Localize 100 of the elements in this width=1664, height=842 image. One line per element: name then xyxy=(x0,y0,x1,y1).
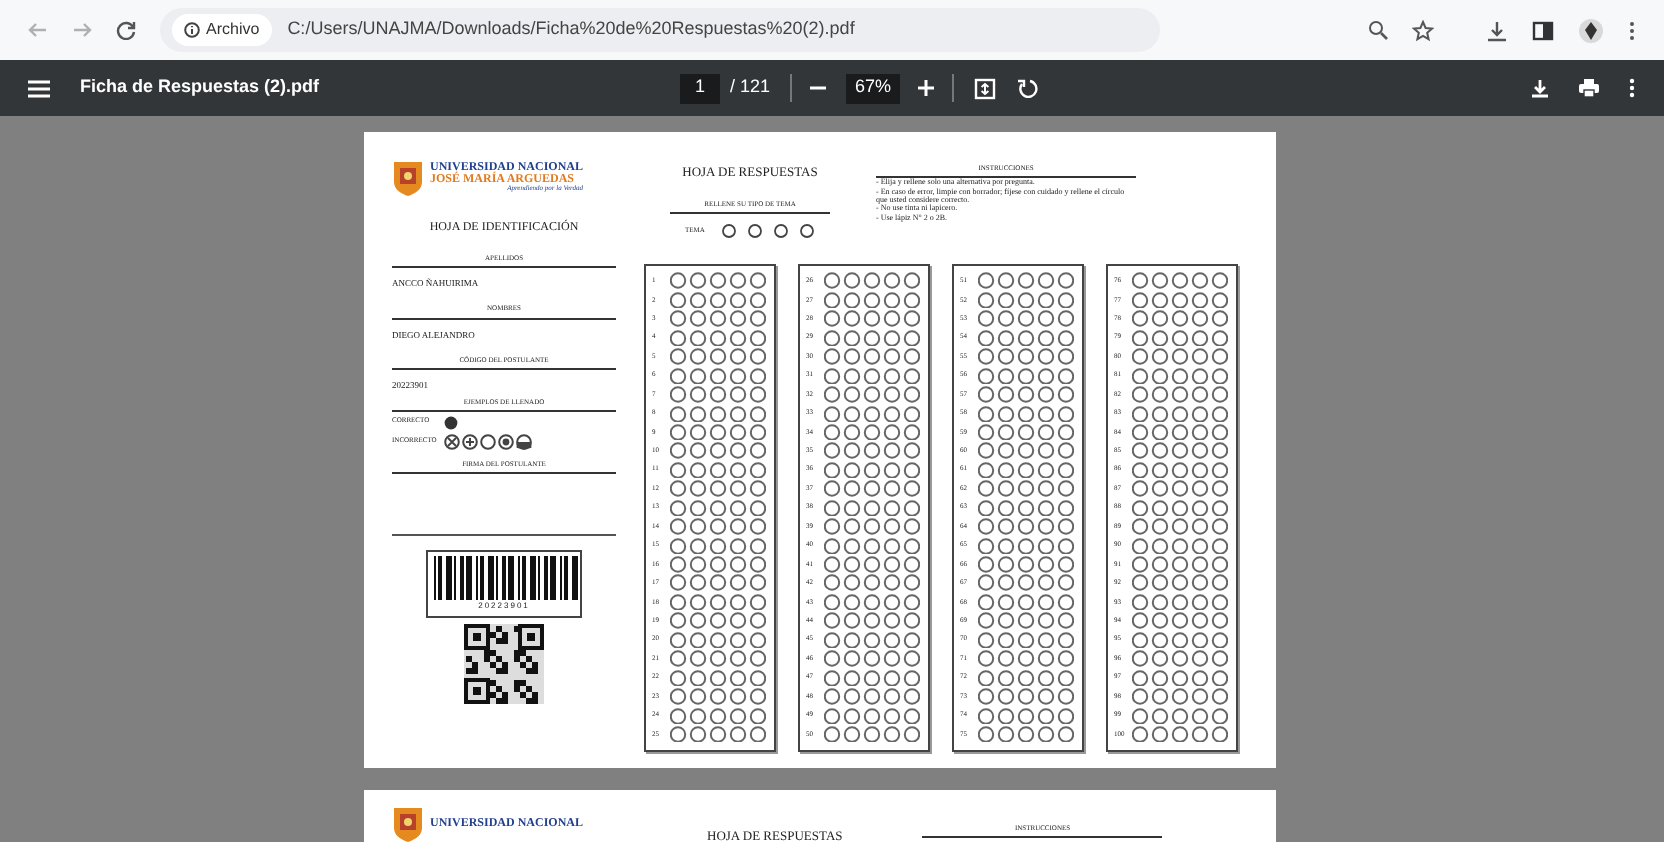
answer-bubbles-icon[interactable] xyxy=(978,348,1074,366)
answer-bubbles-icon[interactable] xyxy=(824,612,920,630)
answer-bubbles-icon[interactable] xyxy=(670,423,766,441)
answer-bubbles-icon[interactable] xyxy=(978,367,1074,385)
answer-bubbles-icon[interactable] xyxy=(1132,518,1228,536)
answer-bubbles-icon[interactable] xyxy=(670,461,766,479)
answer-bubbles-icon[interactable] xyxy=(824,537,920,555)
profile-avatar-icon[interactable] xyxy=(1578,17,1604,43)
answer-bubbles-icon[interactable] xyxy=(670,574,766,592)
answer-bubbles-icon[interactable] xyxy=(1132,310,1228,328)
answer-bubbles-icon[interactable] xyxy=(824,574,920,592)
menu-icon[interactable] xyxy=(1628,19,1636,41)
answer-bubbles-icon[interactable] xyxy=(824,650,920,668)
download-icon[interactable] xyxy=(1486,19,1508,41)
answer-bubbles-icon[interactable] xyxy=(1132,725,1228,743)
answer-bubbles-icon[interactable] xyxy=(1132,291,1228,309)
answer-bubbles-icon[interactable] xyxy=(824,461,920,479)
answer-bubbles-icon[interactable] xyxy=(670,612,766,630)
answer-bubbles-icon[interactable] xyxy=(824,405,920,423)
answer-bubbles-icon[interactable] xyxy=(1132,367,1228,385)
page-number-field[interactable]: 1 xyxy=(680,73,720,103)
answer-bubbles-icon[interactable] xyxy=(824,291,920,309)
answer-bubbles-icon[interactable] xyxy=(670,707,766,725)
answer-bubbles-icon[interactable] xyxy=(824,556,920,574)
answer-bubbles-icon[interactable] xyxy=(978,631,1074,649)
answer-bubbles-icon[interactable] xyxy=(670,556,766,574)
answer-bubbles-icon[interactable] xyxy=(978,556,1074,574)
answer-bubbles-icon[interactable] xyxy=(978,272,1074,290)
answer-bubbles-icon[interactable] xyxy=(824,688,920,706)
answer-bubbles-icon[interactable] xyxy=(1132,537,1228,555)
answer-bubbles-icon[interactable] xyxy=(978,650,1074,668)
answer-bubbles-icon[interactable] xyxy=(670,348,766,366)
answer-bubbles-icon[interactable] xyxy=(824,348,920,366)
answer-bubbles-icon[interactable] xyxy=(978,405,1074,423)
answer-bubbles-icon[interactable] xyxy=(670,442,766,460)
answer-bubbles-icon[interactable] xyxy=(1132,499,1228,517)
reload-icon[interactable] xyxy=(116,20,136,40)
answer-bubbles-icon[interactable] xyxy=(1132,593,1228,611)
answer-bubbles-icon[interactable] xyxy=(824,499,920,517)
answer-bubbles-icon[interactable] xyxy=(824,725,920,743)
zoom-field[interactable]: 67% xyxy=(846,73,901,103)
answer-bubbles-icon[interactable] xyxy=(978,386,1074,404)
answer-bubbles-icon[interactable] xyxy=(824,631,920,649)
answer-bubbles-icon[interactable] xyxy=(1132,650,1228,668)
answer-bubbles-icon[interactable] xyxy=(824,480,920,498)
answer-bubbles-icon[interactable] xyxy=(978,329,1074,347)
answer-bubbles-icon[interactable] xyxy=(978,669,1074,687)
address-bar[interactable]: Archivo C:/Users/UNAJMA/Downloads/Ficha%20de%20Respuestas%20(2).pdf xyxy=(160,8,1160,52)
answer-bubbles-icon[interactable] xyxy=(978,480,1074,498)
answer-bubbles-icon[interactable] xyxy=(670,593,766,611)
answer-bubbles-icon[interactable] xyxy=(1132,707,1228,725)
answer-bubbles-icon[interactable] xyxy=(670,537,766,555)
zoom-icon[interactable] xyxy=(1368,20,1388,40)
answer-bubbles-icon[interactable] xyxy=(978,574,1074,592)
answer-bubbles-icon[interactable] xyxy=(824,518,920,536)
star-icon[interactable] xyxy=(1412,19,1434,41)
answer-bubbles-icon[interactable] xyxy=(670,272,766,290)
answer-bubbles-icon[interactable] xyxy=(824,367,920,385)
rotate-icon[interactable] xyxy=(1016,77,1039,99)
answer-bubbles-icon[interactable] xyxy=(1132,612,1228,630)
answer-bubbles-icon[interactable] xyxy=(1132,688,1228,706)
answer-bubbles-icon[interactable] xyxy=(1132,272,1228,290)
zoom-in-icon[interactable] xyxy=(916,78,937,98)
answer-bubbles-icon[interactable] xyxy=(978,725,1074,743)
answer-bubbles-icon[interactable] xyxy=(978,442,1074,460)
answer-bubbles-icon[interactable] xyxy=(978,537,1074,555)
side-panel-icon[interactable] xyxy=(1532,19,1554,41)
answer-bubbles-icon[interactable] xyxy=(670,499,766,517)
answer-bubbles-icon[interactable] xyxy=(978,499,1074,517)
answer-bubbles-icon[interactable] xyxy=(978,688,1074,706)
answer-bubbles-icon[interactable] xyxy=(978,707,1074,725)
answer-bubbles-icon[interactable] xyxy=(670,518,766,536)
answer-bubbles-icon[interactable] xyxy=(978,310,1074,328)
answer-bubbles-icon[interactable] xyxy=(978,518,1074,536)
answer-bubbles-icon[interactable] xyxy=(824,310,920,328)
answer-bubbles-icon[interactable] xyxy=(670,329,766,347)
answer-bubbles-icon[interactable] xyxy=(978,461,1074,479)
answer-bubbles-icon[interactable] xyxy=(1132,461,1228,479)
answer-bubbles-icon[interactable] xyxy=(670,650,766,668)
answer-bubbles-icon[interactable] xyxy=(824,329,920,347)
answer-bubbles-icon[interactable] xyxy=(824,386,920,404)
answer-bubbles-icon[interactable] xyxy=(1132,631,1228,649)
answer-bubbles-icon[interactable] xyxy=(670,725,766,743)
answer-bubbles-icon[interactable] xyxy=(1132,574,1228,592)
answer-bubbles-icon[interactable] xyxy=(824,272,920,290)
answer-bubbles-icon[interactable] xyxy=(978,291,1074,309)
answer-bubbles-icon[interactable] xyxy=(824,669,920,687)
answer-bubbles-icon[interactable] xyxy=(670,669,766,687)
answer-bubbles-icon[interactable] xyxy=(824,442,920,460)
answer-bubbles-icon[interactable] xyxy=(1132,556,1228,574)
answer-bubbles-icon[interactable] xyxy=(1132,480,1228,498)
answer-bubbles-icon[interactable] xyxy=(670,688,766,706)
answer-bubbles-icon[interactable] xyxy=(1132,442,1228,460)
answer-bubbles-icon[interactable] xyxy=(670,310,766,328)
answer-bubbles-icon[interactable] xyxy=(1132,423,1228,441)
answer-bubbles-icon[interactable] xyxy=(670,386,766,404)
answer-bubbles-icon[interactable] xyxy=(824,423,920,441)
answer-bubbles-icon[interactable] xyxy=(1132,386,1228,404)
answer-bubbles-icon[interactable] xyxy=(670,631,766,649)
answer-bubbles-icon[interactable] xyxy=(670,480,766,498)
